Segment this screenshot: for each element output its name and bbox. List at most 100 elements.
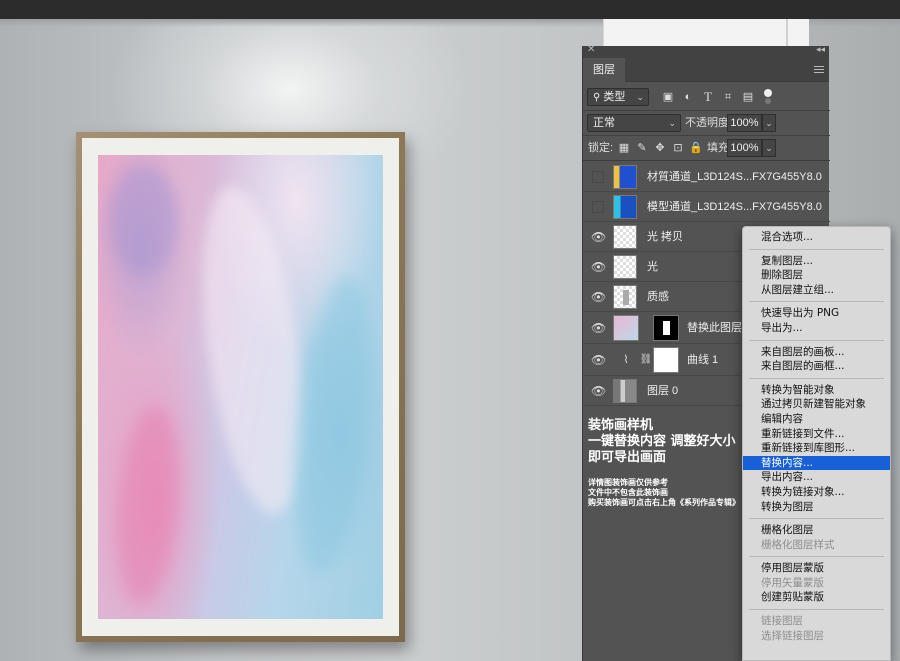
link-icon[interactable]: ⛓ [639,353,653,367]
menu-item[interactable]: 快速导出为 PNG [743,306,890,321]
menu-item[interactable]: 来自图层的画框... [743,359,890,374]
layer-thumbnail [613,225,637,249]
filter-kind-label: 类型 [603,91,626,103]
smart-object-thumbnail [613,315,639,341]
chevron-down-icon: ⌄ [668,118,676,128]
layer-thumbnail [613,255,637,279]
opacity-slider-toggle[interactable]: ⌄ [762,114,776,132]
fill-input[interactable]: 100% [727,139,762,157]
menu-separator [749,609,884,611]
menu-item: 链接图层 [761,615,803,628]
eye-icon[interactable]: 👁 [591,321,606,335]
menu-item[interactable]: 删除图层 [743,268,890,283]
art-streak [108,165,178,275]
menu-item[interactable]: 复制图层... [743,254,890,269]
opacity-input[interactable]: 100% [727,114,762,132]
layer-name: 光 [647,261,658,273]
menu-item[interactable]: 通过拷贝新建智能对象 [743,397,890,412]
smart-object-thumbnail [613,165,637,189]
layer-context-menu: 混合选项... 复制图层... 删除图层 从图层建立组... 快速导出为 PNG 导出为.… [742,226,891,661]
eye-icon[interactable]: 👁 [591,230,606,244]
menu-item[interactable]: 栅格化图层 [743,523,890,538]
panel-menu-icon[interactable] [814,66,824,73]
menu-item[interactable]: 编辑内容 [743,412,890,427]
menu-item[interactable]: 混合选项... [743,230,890,245]
eye-icon[interactable]: 👁 [591,384,606,398]
menu-separator [749,518,884,520]
visibility-toggle[interactable] [592,171,604,183]
lock-label: 锁定: [588,142,614,154]
image-filter-icon[interactable]: ▣ [661,90,675,104]
background-window [603,19,809,47]
layer-thumbnail [613,379,637,403]
visibility-toggle[interactable] [592,201,604,213]
search-icon: ⚲ [593,92,601,103]
adjustment-filter-icon[interactable]: ◐ [681,90,695,104]
menu-item[interactable]: 导出为... [743,321,890,336]
picture-frame [76,132,405,642]
layer-name: 光 拷贝 [647,231,684,243]
divider [583,160,830,161]
art-streak [282,272,383,578]
blend-mode-dropdown[interactable]: 正常 ⌄ [587,114,681,132]
lock-all-icon[interactable]: 🔒 [689,141,703,155]
filter-row: ⚲ 类型 ⌄ ▣ ◐ T ⌗ ▤ [583,86,830,108]
opacity-label: 不透明度: [685,117,733,129]
collapse-icon[interactable]: ◂◂ [816,44,825,55]
frame-mat [82,138,399,636]
divider [583,110,830,111]
lock-artboard-icon[interactable]: ⊡ [671,141,685,155]
eye-icon[interactable]: 👁 [591,353,606,367]
layer-mask-thumbnail [653,315,679,341]
fill-slider-toggle[interactable]: ⌄ [762,139,776,157]
panel-header-strip: ✕ ◂◂ [583,44,829,58]
menu-item: 停用矢量蒙版 [761,576,824,589]
menu-item[interactable]: 转换为智能对象 [743,383,890,398]
layer-name: 曲线 1 [687,354,719,366]
lock-pixels-icon[interactable]: ✎ [635,141,649,155]
marble-artwork [98,155,383,619]
menu-item[interactable]: 导出内容... [743,470,890,485]
layer-row[interactable]: 模型通道_L3D124S...FX7G455Y8.0 [583,192,830,222]
app-top-bar [0,0,900,19]
menu-item[interactable]: 转换为链接对象... [743,485,890,500]
menu-item[interactable]: 从图层建立组... [743,283,890,298]
menu-separator [749,339,884,341]
divider [583,135,830,136]
smart-object-filter-icon[interactable]: ▤ [741,90,755,104]
filter-toggle-icon[interactable] [763,89,773,105]
menu-item[interactable]: 创建剪贴蒙版 [743,590,890,605]
menu-item: 栅格化图层样式 [761,538,835,551]
menu-item[interactable]: 来自图层的画板... [743,345,890,360]
curves-adjustment-icon: ⌇ [623,354,629,366]
menu-item: 选择链接图层 [761,629,824,642]
panel-tab-bar: 图层 [583,58,829,82]
menu-item[interactable]: 替换内容... [743,455,890,471]
layer-name: 模型通道_L3D124S...FX7G455Y8.0 [647,201,822,213]
tab-layers[interactable]: 图层 [583,58,625,82]
chevron-down-icon: ⌄ [636,92,644,102]
menu-separator [749,556,884,558]
close-icon[interactable]: ✕ [587,44,595,55]
eye-icon[interactable]: 👁 [591,260,606,274]
lock-position-icon[interactable]: ✥ [653,141,667,155]
menu-item[interactable]: 转换为图层 [743,500,890,515]
blend-mode-label: 正常 [593,117,615,129]
shape-filter-icon[interactable]: ⌗ [721,90,735,104]
menu-item[interactable]: 停用图层蒙版 [743,561,890,576]
menu-separator [749,377,884,379]
menu-item[interactable]: 重新链接到文件... [743,427,890,442]
layer-thumbnail [613,285,637,309]
layer-name: 图层 0 [647,385,679,397]
smart-object-thumbnail [613,195,637,219]
eye-icon[interactable]: 👁 [591,290,606,304]
type-filter-icon[interactable]: T [701,90,715,104]
menu-separator [749,301,884,303]
filter-kind-dropdown[interactable]: ⚲ 类型 ⌄ [587,88,649,106]
blend-row: 正常 ⌄ 不透明度: 100% ⌄ [583,112,830,134]
lock-transparent-icon[interactable]: ▦ [617,141,631,155]
layer-row[interactable]: 材質通道_L3D124S...FX7G455Y8.0 [583,162,830,192]
layer-name: 材質通道_L3D124S...FX7G455Y8.0 [647,171,822,183]
menu-item[interactable]: 重新链接到库图形... [743,441,890,456]
layer-name: 质感 [647,291,669,303]
